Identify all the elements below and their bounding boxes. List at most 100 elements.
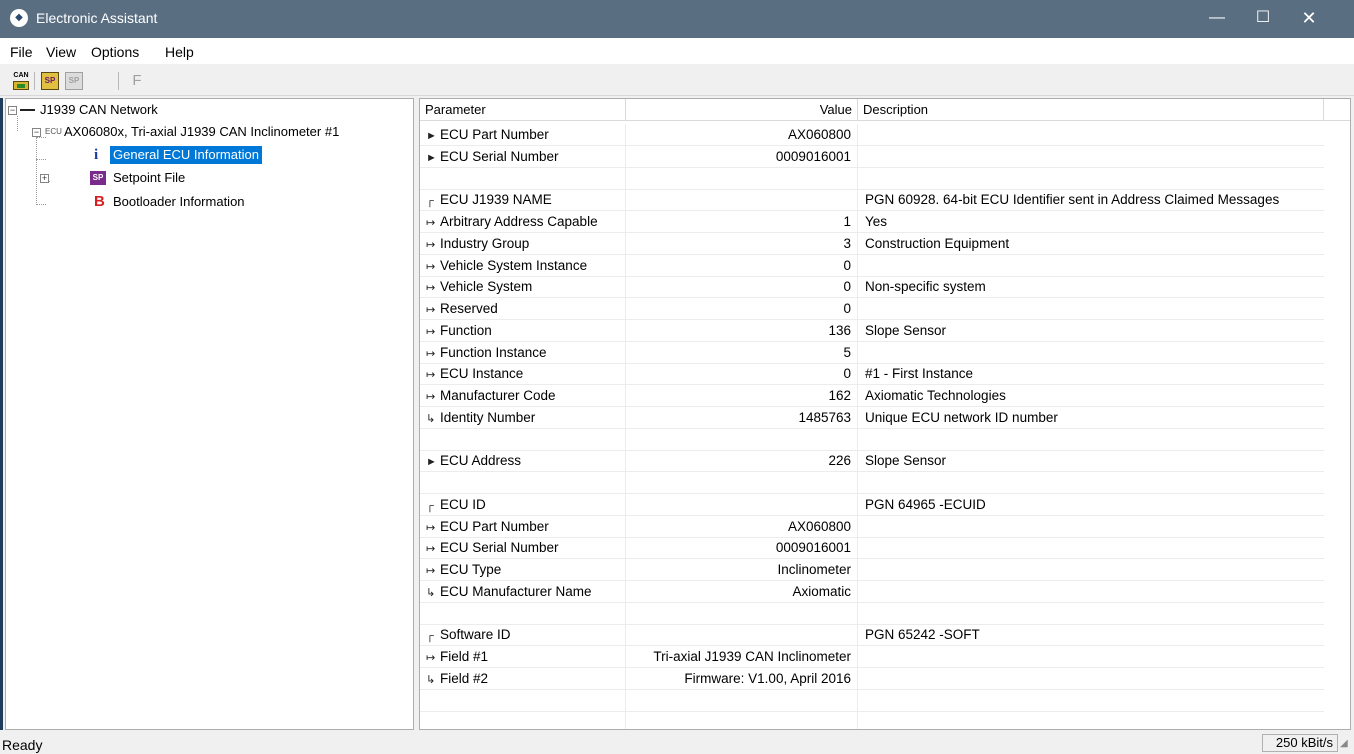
table-row[interactable] [420, 602, 1324, 625]
row-marker-icon: ► [426, 456, 437, 469]
close-button[interactable]: ✕ [1286, 0, 1332, 38]
table-row[interactable]: ► ECU Part Number AX060800 [420, 124, 1324, 146]
table-row[interactable]: ↦ Field #1 Tri-axial J1939 CAN Inclinomete… [420, 646, 1324, 668]
table-row[interactable]: ↦ Vehicle System 0 Non-specific system [420, 276, 1324, 299]
table-row[interactable]: ↦ Reserved 0 [420, 298, 1324, 320]
flash-button[interactable]: F [126, 70, 148, 92]
open-setpoint-button[interactable]: SP [39, 70, 61, 92]
table-row[interactable]: ↦ Arbitrary Address Capable 1 Yes [420, 211, 1324, 233]
table-row[interactable]: ↦ ECU Type Inclinometer [420, 559, 1324, 581]
row-marker-icon: ↦ [426, 652, 436, 664]
table-row[interactable] [420, 711, 1324, 729]
description-cell [858, 124, 1324, 146]
table-row[interactable]: ↳ Field #2 Firmware: V1.00, April 2016 [420, 667, 1324, 690]
can-connect-button[interactable]: CAN [10, 70, 32, 92]
column-header-value[interactable]: Value [626, 99, 858, 121]
table-row[interactable] [420, 428, 1324, 451]
tree-connector [36, 159, 46, 160]
row-marker-icon: ┌ [426, 499, 434, 512]
menu-view[interactable]: View [46, 44, 76, 60]
tree-view[interactable]: − J1939 CAN Network − ECU AX06080x, Tri-… [5, 98, 414, 730]
toolbar: CAN SP SP F [0, 66, 1354, 96]
value-cell: 226 [626, 450, 858, 473]
table-row[interactable]: ↦ ECU Serial Number 0009016001 [420, 537, 1324, 560]
property-grid[interactable]: Parameter Value Description ► ECU Part Nu… [419, 98, 1351, 730]
setpoint-file-icon: SP [41, 72, 59, 90]
row-marker-icon: ↦ [426, 238, 436, 251]
setpoint-icon: SP [90, 171, 106, 185]
description-cell [858, 146, 1324, 168]
table-row[interactable]: ↦ ECU Part Number AX060800 [420, 515, 1324, 538]
table-row[interactable]: ► ECU Serial Number 0009016001 [420, 145, 1324, 168]
resize-grip-icon[interactable]: ◢ [1340, 738, 1348, 749]
parameter-label: ECU Manufacturer Name [440, 583, 592, 599]
table-row[interactable] [420, 167, 1324, 190]
parameter-cell [420, 711, 626, 729]
bootloader-icon: B [94, 193, 105, 210]
tree-connector [36, 137, 37, 205]
value-cell [626, 493, 858, 516]
network-icon [20, 109, 35, 111]
parameter-cell: ┌ ECU J1939 NAME [420, 189, 626, 212]
collapse-icon[interactable]: − [32, 128, 41, 137]
description-cell: PGN 60928. 64-bit ECU Identifier sent in… [865, 192, 1280, 208]
table-row[interactable]: ↦ Vehicle System Instance 0 [420, 254, 1324, 277]
ecu-icon: ECU [45, 127, 62, 136]
row-marker-icon: ↦ [426, 304, 436, 316]
table-row[interactable]: ↦ Industry Group 3 Construction Equipment [420, 232, 1324, 255]
table-row[interactable]: ↳ Identity Number 1485763 Unique ECU networ… [420, 406, 1324, 429]
description-cell [858, 537, 1324, 559]
parameter-label: ECU Serial Number [440, 540, 559, 556]
tree-connector [36, 204, 46, 205]
tree-connector [17, 116, 18, 131]
row-marker-icon: ↦ [426, 347, 436, 360]
parameter-label: ECU J1939 NAME [440, 192, 552, 208]
menu-file[interactable]: File [10, 44, 33, 60]
description-cell: Slope Sensor [865, 322, 947, 338]
tree-node-label: General ECU Information [110, 146, 262, 164]
description-cell [858, 429, 1324, 451]
parameter-label: Vehicle System [440, 279, 533, 295]
collapse-icon[interactable]: − [8, 106, 17, 115]
row-marker-icon: ► [426, 130, 437, 142]
title-bar[interactable]: ◆ Electronic Assistant — ☐ ✕ [0, 0, 1354, 38]
baud-rate-indicator: 250 kBit/s [1262, 734, 1338, 752]
table-row[interactable]: ┌ ECU ID PGN 64965 -ECUID [420, 493, 1324, 516]
column-header-description[interactable]: Description [858, 99, 1324, 121]
row-marker-icon: ↦ [426, 565, 436, 577]
parameter-cell: ↦ Field #1 [420, 646, 626, 668]
description-cell [858, 646, 1324, 668]
row-marker-icon: ↦ [426, 282, 436, 295]
table-row[interactable] [420, 472, 1324, 494]
value-cell: Firmware: V1.00, April 2016 [626, 667, 858, 690]
maximize-button[interactable]: ☐ [1240, 0, 1286, 38]
tree-node-label: J1939 CAN Network [40, 102, 158, 117]
table-row[interactable]: ┌ Software ID PGN 65242 -SOFT [420, 624, 1324, 647]
table-row[interactable]: ↳ ECU Manufacturer Name Axiomatic [420, 580, 1324, 603]
value-cell [626, 689, 858, 712]
expand-icon[interactable]: + [40, 174, 49, 183]
description-cell: Axiomatic Technologies [865, 388, 1006, 403]
table-row[interactable]: ↦ ECU Instance 0 #1 - First Instance [420, 363, 1324, 386]
save-setpoint-button[interactable]: SP [63, 70, 85, 92]
setpoint-file-disabled-icon: SP [65, 72, 83, 90]
menu-options[interactable]: Options [91, 44, 139, 60]
description-cell [858, 516, 1324, 538]
value-cell [626, 624, 858, 647]
column-header-parameter[interactable]: Parameter [420, 99, 626, 121]
table-row[interactable]: ► ECU Address 226 Slope Sensor [420, 450, 1324, 473]
description-cell [858, 711, 1324, 729]
table-row[interactable]: ↦ Function 136 Slope Sensor [420, 319, 1324, 342]
table-row[interactable] [420, 689, 1324, 712]
table-row[interactable]: ↦ Manufacturer Code 162 Axiomatic Technolog… [420, 385, 1324, 407]
minimize-button[interactable]: — [1194, 0, 1240, 38]
table-row[interactable]: ↦ Function Instance 5 [420, 341, 1324, 364]
parameter-cell: ↦ Arbitrary Address Capable [420, 211, 626, 233]
row-marker-icon: ┌ [426, 195, 434, 208]
tree-node-label: Bootloader Information [113, 194, 245, 209]
value-cell: 1 [626, 211, 858, 233]
row-marker-icon: ↦ [426, 369, 436, 382]
table-row[interactable]: ┌ ECU J1939 NAME PGN 60928. 64-bit ECU Ide… [420, 189, 1324, 212]
menu-help[interactable]: Help [165, 44, 194, 60]
value-cell: 162 [626, 385, 858, 407]
